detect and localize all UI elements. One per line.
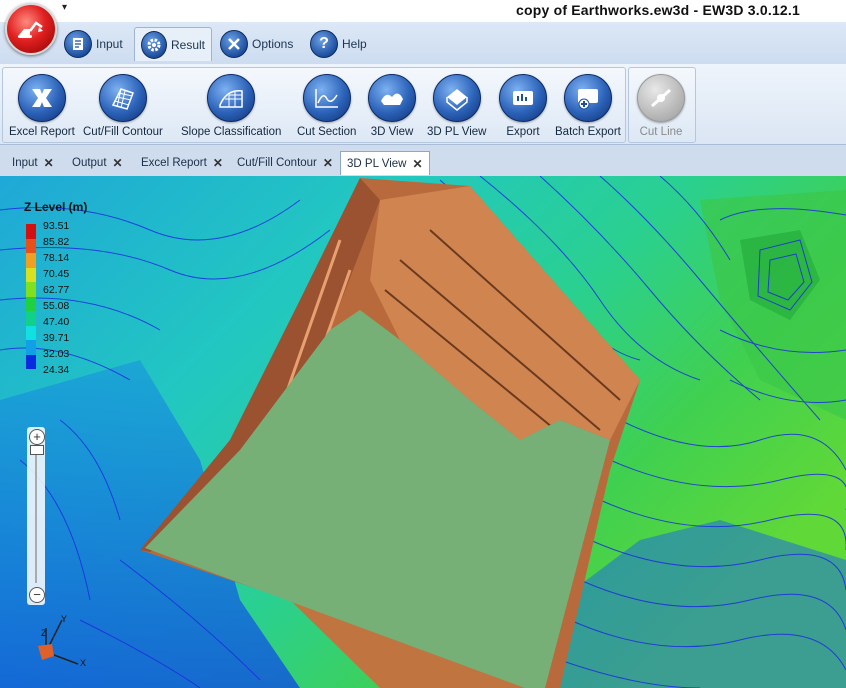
ribbon-tab-options[interactable]: Options <box>214 27 299 61</box>
doc-tab-label: Input <box>12 157 38 169</box>
legend-label: 85.82 <box>43 236 70 248</box>
button-label: 3D PL View <box>427 126 487 138</box>
app-menu-button[interactable] <box>5 3 57 55</box>
slope-classification-button[interactable]: Slope Classification <box>181 74 281 138</box>
3d-pl-view-button[interactable]: 3D PL View <box>427 74 486 138</box>
legend-swatch <box>26 267 36 282</box>
3d-pl-view-icon <box>432 74 481 122</box>
excel-report-button[interactable]: Excel Report <box>9 74 75 138</box>
cut-fill-contour-button[interactable]: Cut/Fill Contour <box>83 74 163 138</box>
contour-icon <box>98 74 147 122</box>
legend-swatch <box>26 311 36 326</box>
zoom-slider-handle[interactable] <box>30 445 44 455</box>
help-icon: ? <box>310 30 338 58</box>
ribbon-group-cut-line: Cut Line <box>628 67 696 143</box>
3d-view-button[interactable]: 3D View <box>368 74 416 138</box>
ribbon-tab-label: Result <box>170 37 205 52</box>
button-label: Export <box>506 126 540 138</box>
section-icon <box>302 74 351 122</box>
export-icon <box>499 74 547 122</box>
button-label: 3D View <box>370 126 414 138</box>
doc-tab-cut-fill-contour[interactable]: Cut/Fill Contour ✕ <box>231 152 339 174</box>
close-icon[interactable]: ✕ <box>213 156 223 170</box>
ribbon-tab-label: Options <box>252 37 294 51</box>
button-label: Excel Report <box>9 126 75 138</box>
ribbon-tab-result[interactable]: Result <box>134 27 212 61</box>
ribbon-panel: Excel Report Cut/Fill Contour Slope Clas… <box>0 64 846 145</box>
doc-tab-label: 3D PL View <box>347 157 407 170</box>
button-label: Cut Section <box>297 126 357 138</box>
close-icon[interactable]: ✕ <box>44 156 54 170</box>
doc-tab-label: Cut/Fill Contour <box>237 157 317 169</box>
excel-icon <box>17 74 66 122</box>
ribbon-tab-help[interactable]: ? Help <box>304 27 373 61</box>
ribbon-tab-label: Input <box>96 37 123 51</box>
zoom-slider[interactable]: + − <box>27 427 45 605</box>
zoom-in-button[interactable]: + <box>29 429 45 445</box>
legend-swatch <box>26 224 36 239</box>
legend-swatch <box>26 296 36 311</box>
ribbon-tab-row: Input Result Options ? Help <box>0 22 846 64</box>
title-bar: ▾ copy of Earthworks.ew3d - EW3D 3.0.12.… <box>0 0 846 55</box>
3d-view-icon <box>368 74 416 122</box>
ribbon-tab-label: Help <box>342 37 367 51</box>
ribbon-group-result: Excel Report Cut/Fill Contour Slope Clas… <box>2 67 626 143</box>
axis-x-label: X <box>80 658 86 668</box>
legend-label: 78.14 <box>43 252 70 264</box>
legend-swatch <box>26 354 36 369</box>
button-label: Cut/Fill Contour <box>83 126 163 138</box>
legend-label: 32.03 <box>43 348 70 360</box>
close-icon[interactable]: ✕ <box>113 156 123 170</box>
doc-tab-label: Output <box>72 157 107 169</box>
excavator-icon <box>18 21 43 38</box>
legend-swatch <box>26 253 36 268</box>
legend-swatch <box>26 282 36 297</box>
close-icon[interactable]: ✕ <box>412 157 422 171</box>
legend-swatch <box>26 340 36 355</box>
cut-line-icon <box>637 74 685 122</box>
legend-swatch <box>26 238 36 253</box>
gear-icon <box>141 30 167 59</box>
cut-section-button[interactable]: Cut Section <box>297 74 356 138</box>
input-icon <box>64 30 92 58</box>
close-icon[interactable]: ✕ <box>323 156 333 170</box>
zoom-out-button[interactable]: − <box>29 587 45 603</box>
legend-label: 39.71 <box>43 332 70 344</box>
doc-tab-input[interactable]: Input ✕ <box>6 152 60 174</box>
legend-swatch <box>26 325 36 340</box>
legend-label: 55.08 <box>43 300 70 312</box>
export-button[interactable]: Export <box>499 74 547 138</box>
doc-tab-3d-pl-view[interactable]: 3D PL View ✕ <box>340 151 430 175</box>
batch-export-button[interactable]: Batch Export <box>555 74 621 138</box>
legend-label: 93.51 <box>43 220 70 232</box>
zoom-slider-track[interactable] <box>35 455 37 583</box>
ribbon-tab-input[interactable]: Input <box>58 27 129 61</box>
window-title: copy of Earthworks.ew3d - EW3D 3.0.12.1 <box>516 2 800 18</box>
quick-access-dropdown[interactable]: ▾ <box>62 2 67 13</box>
doc-tab-label: Excel Report <box>141 157 207 169</box>
button-label: Slope Classification <box>181 126 282 138</box>
axis-z-label: Z <box>41 628 47 638</box>
terrain-scene <box>0 176 846 688</box>
legend-color-bar <box>26 224 36 369</box>
legend-label: 62.77 <box>43 284 70 296</box>
legend-title: Z Level (m) <box>24 200 88 214</box>
legend-label: 47.40 <box>43 316 70 328</box>
slope-icon <box>207 74 256 122</box>
tools-icon <box>220 30 248 58</box>
doc-tab-output[interactable]: Output ✕ <box>66 152 129 174</box>
doc-tab-excel-report[interactable]: Excel Report ✕ <box>135 152 229 174</box>
document-tab-strip: Input ✕ Output ✕ Excel Report ✕ Cut/Fill… <box>0 145 846 177</box>
legend-label: 70.45 <box>43 268 70 280</box>
batch-export-icon <box>563 74 612 122</box>
3d-viewport[interactable]: Z Level (m) 93.51 85.82 78.14 70.45 62.7… <box>0 176 846 688</box>
legend-label: 24.34 <box>43 364 70 376</box>
button-label: Cut Line <box>639 126 683 138</box>
cut-line-button[interactable]: Cut Line <box>637 74 685 138</box>
button-label: Batch Export <box>555 126 621 138</box>
axis-y-label: Y <box>61 614 67 624</box>
axis-gizmo: Y X Z <box>38 614 86 668</box>
